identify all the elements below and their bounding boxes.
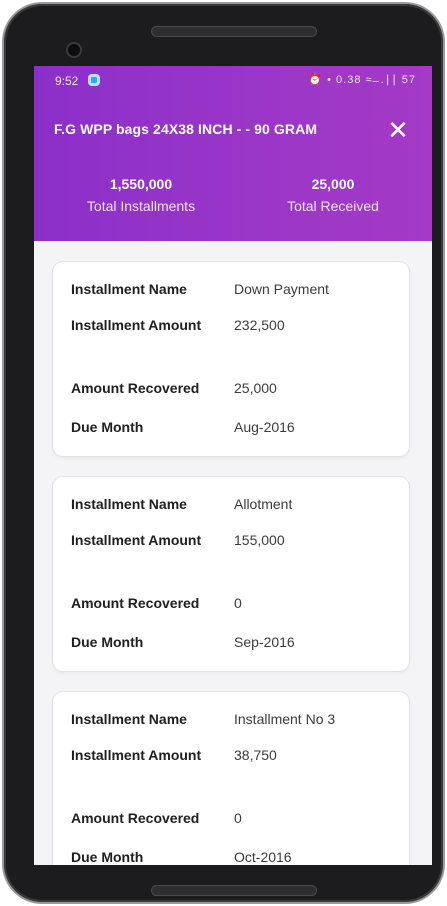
- due-month-label: Due Month: [71, 419, 144, 435]
- status-time: 9:52: [55, 74, 79, 88]
- due-month-label: Due Month: [71, 634, 144, 650]
- installment-amount-value: 232,500: [234, 317, 285, 333]
- bottom-speaker: [151, 885, 317, 896]
- header: 9:52 ⏰ • 0.38 ≈ ̶ .∣∣ 57 F.G WPP bags 24…: [34, 66, 432, 241]
- status-bar: 9:52 ⏰ • 0.38 ≈ ̶ .∣∣ 57: [34, 66, 432, 96]
- installment-amount-value: 155,000: [234, 532, 285, 548]
- installment-name-value: Installment No 3: [234, 711, 336, 727]
- installment-amount-label: Installment Amount: [71, 747, 202, 763]
- due-month-value: Sep-2016: [234, 634, 295, 650]
- due-month-value: Aug-2016: [234, 419, 295, 435]
- installment-card: Installment Name Down Payment Installmen…: [53, 262, 409, 456]
- due-month-value: Oct-2016: [234, 849, 292, 865]
- installment-name-value: Down Payment: [234, 281, 329, 297]
- phone-frame: 9:52 ⏰ • 0.38 ≈ ̶ .∣∣ 57 F.G WPP bags 24…: [4, 4, 443, 902]
- installments-list[interactable]: Installment Name Down Payment Installmen…: [34, 241, 432, 865]
- amount-recovered-label: Amount Recovered: [71, 595, 200, 611]
- amount-recovered-label: Amount Recovered: [71, 380, 200, 396]
- total-received-value: 25,000: [311, 176, 355, 192]
- amount-recovered-value: 25,000: [234, 380, 277, 396]
- installment-name-label: Installment Name: [71, 281, 187, 297]
- installment-amount-value: 38,750: [234, 747, 277, 763]
- top-speaker: [151, 26, 317, 37]
- messenger-icon: [88, 74, 100, 86]
- total-received-label: Total Received: [287, 198, 379, 214]
- close-icon: ✕: [387, 115, 409, 145]
- close-button[interactable]: ✕: [382, 114, 414, 146]
- installment-amount-label: Installment Amount: [71, 532, 202, 548]
- title-row: F.G WPP bags 24X38 INCH - - 90 GRAM ✕: [34, 96, 432, 166]
- page-title: F.G WPP bags 24X38 INCH - - 90 GRAM: [54, 121, 318, 137]
- due-month-label: Due Month: [71, 849, 144, 865]
- total-received: 25,000 Total Received: [248, 176, 418, 214]
- status-icons: ⏰ • 0.38 ≈ ̶ .∣∣ 57: [308, 74, 416, 86]
- total-installments-value: 1,550,000: [109, 176, 173, 192]
- installment-amount-label: Installment Amount: [71, 317, 202, 333]
- amount-recovered-value: 0: [234, 595, 242, 611]
- amount-recovered-value: 0: [234, 810, 242, 826]
- installment-card: Installment Name Installment No 3 Instal…: [53, 692, 409, 865]
- totals-summary: 1,550,000 Total Installments 25,000 Tota…: [34, 176, 432, 226]
- total-installments: 1,550,000 Total Installments: [56, 176, 226, 214]
- app-screen: 9:52 ⏰ • 0.38 ≈ ̶ .∣∣ 57 F.G WPP bags 24…: [34, 66, 432, 865]
- total-installments-label: Total Installments: [86, 198, 196, 214]
- front-camera: [66, 42, 82, 58]
- installment-name-value: Allotment: [234, 496, 293, 512]
- installment-name-label: Installment Name: [71, 711, 187, 727]
- installment-card: Installment Name Allotment Installment A…: [53, 477, 409, 671]
- amount-recovered-label: Amount Recovered: [71, 810, 200, 826]
- installment-name-label: Installment Name: [71, 496, 187, 512]
